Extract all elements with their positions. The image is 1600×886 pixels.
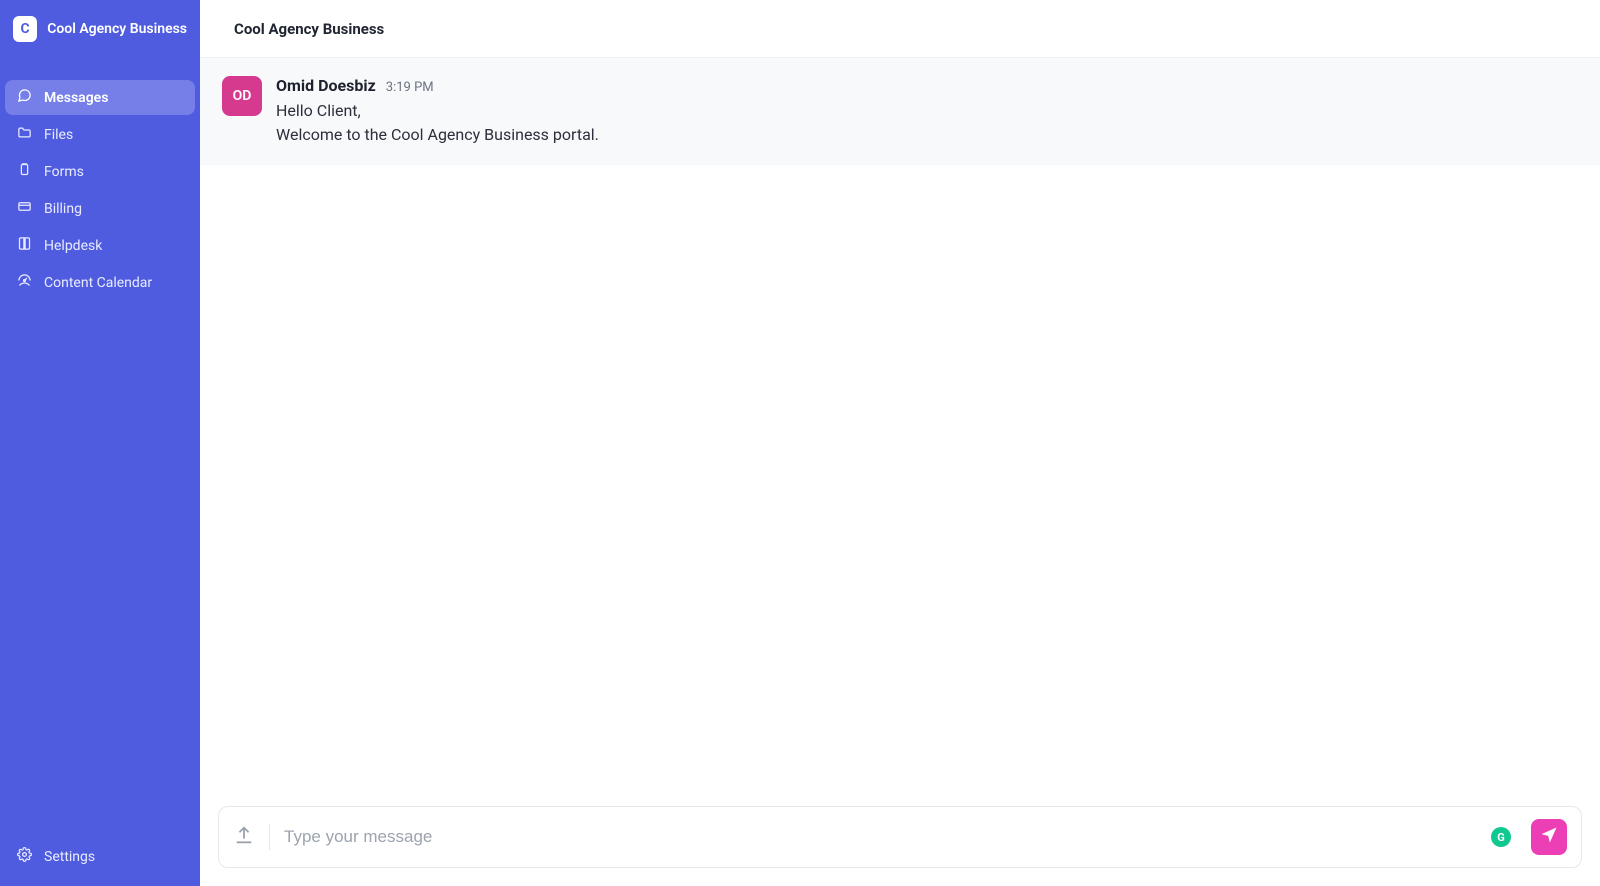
topbar: Cool Agency Business [200, 0, 1600, 58]
gauge-icon [17, 273, 32, 292]
brand[interactable]: C Cool Agency Business [5, 12, 195, 62]
message-body: Omid Doesbiz 3:19 PM Hello Client, Welco… [276, 76, 599, 147]
sidebar-spacer [5, 300, 195, 839]
main-panel: Cool Agency Business OD Omid Doesbiz 3:1… [200, 0, 1600, 886]
sidebar-item-settings[interactable]: Settings [5, 839, 195, 874]
sidebar-item-label: Content Calendar [44, 275, 152, 291]
upload-icon [233, 824, 255, 850]
sidebar-item-label: Forms [44, 164, 84, 180]
sidebar-item-label: Files [44, 127, 73, 143]
sidebar-item-files[interactable]: Files [5, 117, 195, 152]
message-input[interactable] [284, 827, 1477, 847]
composer-area: G [200, 806, 1600, 886]
message-thread[interactable]: OD Omid Doesbiz 3:19 PM Hello Client, We… [200, 58, 1600, 806]
avatar: OD [222, 76, 262, 116]
brand-name: Cool Agency Business [47, 21, 187, 37]
message-text: Hello Client, Welcome to the Cool Agency… [276, 99, 599, 147]
sidebar-item-content-calendar[interactable]: Content Calendar [5, 265, 195, 300]
book-icon [17, 236, 32, 255]
sidebar-item-label: Billing [44, 201, 82, 217]
sidebar-item-label: Messages [44, 90, 108, 106]
message-author: Omid Doesbiz [276, 76, 376, 95]
card-icon [17, 199, 32, 218]
send-icon [1539, 825, 1559, 849]
sidebar-nav: Messages Files Forms Billing Helpdesk [5, 80, 195, 300]
grammarly-badge[interactable]: G [1491, 827, 1511, 847]
folder-icon [17, 125, 32, 144]
upload-button[interactable] [233, 824, 270, 850]
sidebar-item-helpdesk[interactable]: Helpdesk [5, 228, 195, 263]
sidebar-item-label: Helpdesk [44, 238, 102, 254]
gear-icon [17, 847, 32, 866]
sidebar: C Cool Agency Business Messages Files Fo… [0, 0, 200, 886]
sidebar-item-forms[interactable]: Forms [5, 154, 195, 189]
message-time: 3:19 PM [386, 80, 434, 95]
chat-icon [17, 88, 32, 107]
sidebar-item-messages[interactable]: Messages [5, 80, 195, 115]
composer: G [218, 806, 1582, 868]
message-row: OD Omid Doesbiz 3:19 PM Hello Client, We… [200, 58, 1600, 165]
brand-logo: C [13, 16, 37, 42]
send-button[interactable] [1531, 819, 1567, 855]
page-title: Cool Agency Business [234, 20, 384, 38]
clipboard-icon [17, 162, 32, 181]
sidebar-item-billing[interactable]: Billing [5, 191, 195, 226]
message-header: Omid Doesbiz 3:19 PM [276, 76, 599, 95]
settings-label: Settings [44, 849, 95, 865]
